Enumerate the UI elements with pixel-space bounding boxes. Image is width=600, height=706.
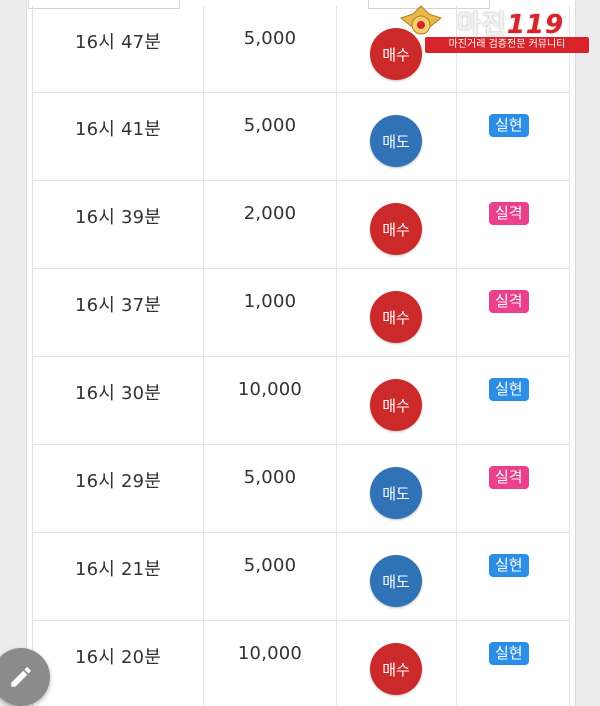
- sell-badge: 매도: [370, 115, 422, 167]
- table-row: 16시 30분 10,000 매수 실현: [33, 357, 569, 445]
- amount-cell: 1,000: [204, 269, 337, 356]
- watermark-brand: 마진119: [457, 10, 565, 40]
- trade-time: 16시 20분: [74, 647, 162, 668]
- time-cell: 16시 37분: [33, 269, 204, 356]
- amount-cell: 10,000: [204, 621, 337, 706]
- status-badge: 실현: [489, 554, 529, 577]
- status-cell: 실격: [457, 445, 569, 532]
- trade-amount: 10,000: [237, 643, 303, 664]
- table-row: 16시 39분 2,000 매수 실격: [33, 181, 569, 269]
- time-cell: 16시 29분: [33, 445, 204, 532]
- watermark-number: 119: [506, 10, 565, 40]
- buy-badge: 매수: [370, 643, 422, 695]
- time-cell: 16시 21분: [33, 533, 204, 620]
- amount-cell: 5,000: [204, 6, 337, 92]
- trade-amount: 10,000: [237, 379, 303, 400]
- trade-time: 16시 41분: [74, 119, 162, 140]
- status-badge: 실격: [489, 466, 529, 489]
- trade-time: 16시 47분: [74, 32, 162, 53]
- watermark: 마진119 마진거래 검증전문 커뮤니티: [397, 2, 597, 53]
- buy-badge: 매수: [370, 291, 422, 343]
- time-cell: 16시 47분: [33, 6, 204, 92]
- table-row: 16시 37분 1,000 매수 실격: [33, 269, 569, 357]
- sell-badge: 매도: [370, 467, 422, 519]
- time-cell: 16시 41분: [33, 93, 204, 180]
- amount-cell: 10,000: [204, 357, 337, 444]
- status-cell: 실현: [457, 621, 569, 706]
- trade-amount: 5,000: [243, 115, 297, 136]
- status-cell: 실격: [457, 181, 569, 268]
- time-cell: 16시 39분: [33, 181, 204, 268]
- table-row: 16시 21분 5,000 매도 실현: [33, 533, 569, 621]
- side-cell: 매수: [337, 621, 457, 706]
- table-row: 16시 41분 5,000 매도 실현: [33, 93, 569, 181]
- status-badge: 실격: [489, 202, 529, 225]
- trade-amount: 2,000: [243, 203, 297, 224]
- table-row: 16시 29분 5,000 매도 실격: [33, 445, 569, 533]
- trade-amount: 5,000: [243, 555, 297, 576]
- trade-time: 16시 29분: [74, 471, 162, 492]
- trade-history-table: 16시 47분 5,000 매수 16시 41분 5,000 매도 실현 16시 39분 2,0…: [32, 6, 570, 706]
- table-row: 16시 20분 10,000 매수 실현: [33, 621, 569, 706]
- trade-time: 16시 39분: [74, 207, 162, 228]
- status-badge: 실현: [489, 114, 529, 137]
- trade-amount: 5,000: [243, 28, 297, 49]
- side-cell: 매수: [337, 269, 457, 356]
- trade-amount: 1,000: [243, 291, 297, 312]
- status-cell: 실현: [457, 533, 569, 620]
- trade-time: 16시 21분: [74, 559, 162, 580]
- side-cell: 매도: [337, 445, 457, 532]
- trade-time: 16시 37분: [74, 295, 162, 316]
- amount-cell: 5,000: [204, 445, 337, 532]
- time-cell: 16시 20분: [33, 621, 204, 706]
- status-cell: 실격: [457, 269, 569, 356]
- side-cell: 매수: [337, 357, 457, 444]
- amount-cell: 2,000: [204, 181, 337, 268]
- pencil-icon: [11, 667, 31, 687]
- status-badge: 실현: [489, 378, 529, 401]
- status-badge: 실격: [489, 290, 529, 313]
- sell-badge: 매도: [370, 555, 422, 607]
- buy-badge: 매수: [370, 203, 422, 255]
- page: 16시 47분 5,000 매수 16시 41분 5,000 매도 실현 16시 39분 2,0…: [0, 0, 600, 706]
- trade-time: 16시 30분: [74, 383, 162, 404]
- status-cell: 실현: [457, 357, 569, 444]
- time-cell: 16시 30분: [33, 357, 204, 444]
- status-cell: 실현: [457, 93, 569, 180]
- side-cell: 매도: [337, 533, 457, 620]
- buy-badge: 매수: [370, 379, 422, 431]
- trade-amount: 5,000: [243, 467, 297, 488]
- watermark-tagline: 마진거래 검증전문 커뮤니티: [425, 37, 589, 53]
- amount-cell: 5,000: [204, 93, 337, 180]
- status-badge: 실현: [489, 642, 529, 665]
- side-cell: 매수: [337, 181, 457, 268]
- amount-cell: 5,000: [204, 533, 337, 620]
- side-cell: 매도: [337, 93, 457, 180]
